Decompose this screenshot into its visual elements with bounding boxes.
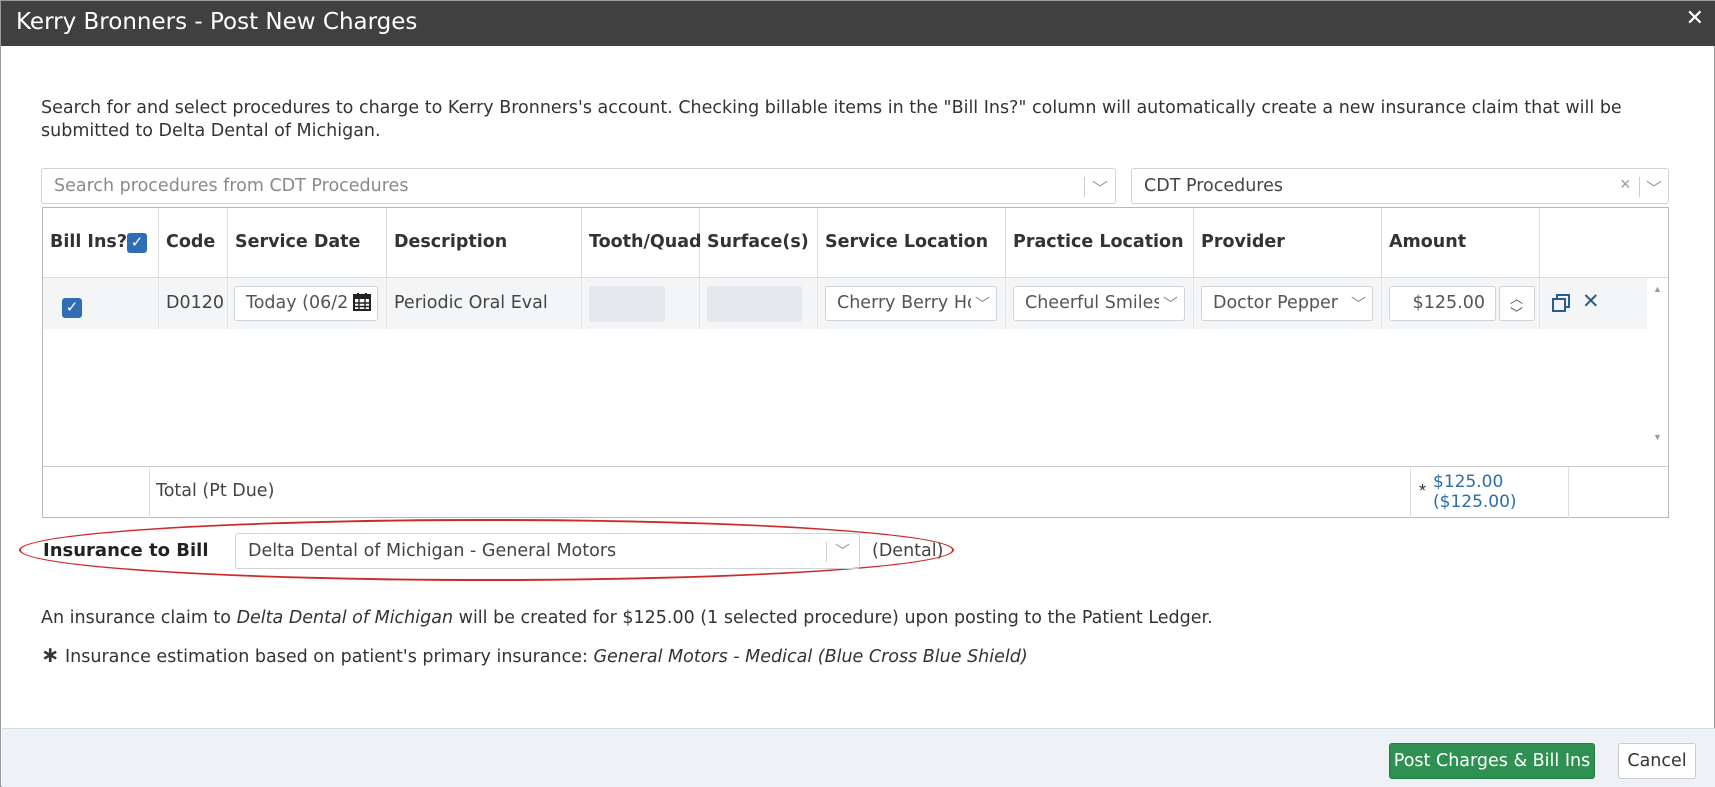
cancel-button[interactable]: Cancel — [1618, 743, 1696, 779]
intro-text: Search for and select procedures to char… — [41, 98, 1622, 141]
provider-select[interactable]: Doctor Pepper ﹀ — [1201, 286, 1373, 321]
chevron-down-icon: ﹀ — [1346, 293, 1366, 314]
procedure-search-input[interactable]: Search procedures from CDT Procedures ﹀ — [41, 168, 1116, 204]
insurance-type: (Dental) — [872, 541, 944, 561]
scroll-down-icon[interactable]: ▼ — [1653, 432, 1662, 442]
divider — [1639, 177, 1640, 197]
duplicate-icon[interactable] — [1551, 293, 1571, 318]
header-surfaces: Surface(s) — [700, 208, 818, 278]
header-bill-ins: Bill Ins? ✓ — [43, 208, 159, 278]
pt-due-amount[interactable]: ($125.00) — [1433, 492, 1517, 512]
dialog-titlebar: Kerry Bronners - Post New Charges ✕ — [1, 1, 1715, 46]
header-description: Description — [387, 208, 582, 278]
claim-note: An insurance claim to Delta Dental of Mi… — [41, 608, 1213, 628]
delete-icon[interactable]: ✕ — [1582, 289, 1600, 314]
estimate-asterisk: * — [1419, 481, 1427, 501]
scroll-up-icon[interactable]: ▲ — [1653, 284, 1662, 294]
estimate-note: ∗ Insurance estimation based on patient'… — [41, 643, 1028, 668]
clear-icon[interactable]: × — [1620, 174, 1631, 195]
procedure-code: D0120 — [166, 293, 225, 313]
divider — [1084, 177, 1085, 197]
chevron-down-icon: ﹀ — [1158, 293, 1178, 314]
chevron-down-icon: ﹀ — [970, 293, 990, 314]
header-practice-location: Practice Location — [1006, 208, 1194, 278]
chevron-down-icon[interactable]: ﹀ — [1646, 175, 1662, 199]
total-label: Total (Pt Due) — [156, 481, 275, 501]
calendar-icon[interactable] — [353, 292, 371, 312]
header-amount: Amount — [1382, 208, 1540, 278]
header-code: Code — [159, 208, 228, 278]
tooth-quad-field — [589, 286, 665, 322]
procedure-description: Periodic Oral Eval — [394, 293, 548, 313]
post-charges-button[interactable]: Post Charges & Bill Ins — [1389, 743, 1595, 779]
table-scrollbar[interactable]: ▲ ▼ — [1648, 278, 1668, 448]
close-icon[interactable]: ✕ — [1686, 5, 1704, 31]
chevron-down-icon: ﹀ — [834, 543, 850, 560]
amount-input[interactable]: $125.00 — [1389, 286, 1496, 321]
select-all-checkbox[interactable]: ✓ — [127, 233, 147, 253]
amount-stepper[interactable]: ︿ ﹀ — [1499, 286, 1535, 321]
table-row: ✓ D0120 Today (06/2 Periodic Oral Eval C… — [43, 278, 1647, 329]
primary-insurance: General Motors - Medical (Blue Cross Blu… — [593, 647, 1028, 667]
header-service-location: Service Location — [818, 208, 1006, 278]
table-header: Bill Ins? ✓ Code Service Date Descriptio… — [43, 208, 1668, 278]
surfaces-field — [707, 286, 802, 322]
dialog-title: Kerry Bronners - Post New Charges — [16, 9, 418, 35]
procedure-source-select[interactable]: CDT Procedures × ﹀ — [1131, 168, 1669, 204]
total-amount[interactable]: $125.00 — [1433, 472, 1503, 492]
asterisk-icon: ∗ — [41, 643, 60, 668]
table-footer: Total (Pt Due) * $125.00 ($125.00) — [43, 466, 1668, 518]
divider — [826, 542, 827, 562]
claim-insurer: Delta Dental of Michigan — [236, 608, 454, 628]
chevron-down-icon[interactable]: ﹀ — [1510, 303, 1523, 322]
search-placeholder: Search procedures from CDT Procedures — [54, 176, 409, 196]
header-service-date: Service Date — [228, 208, 387, 278]
chevron-down-icon[interactable]: ﹀ — [1092, 175, 1108, 199]
practice-location-select[interactable]: Cheerful Smiles ﹀ — [1013, 286, 1185, 321]
bill-ins-checkbox[interactable]: ✓ — [62, 298, 82, 318]
dialog-footer: Post Charges & Bill Ins Cancel — [2, 728, 1715, 787]
post-charges-dialog: Kerry Bronners - Post New Charges ✕ Sear… — [0, 0, 1715, 787]
service-location-select[interactable]: Cherry Berry Ho ﹀ — [825, 286, 997, 321]
charges-table: Bill Ins? ✓ Code Service Date Descriptio… — [42, 207, 1669, 518]
service-date-input[interactable]: Today (06/2 — [234, 286, 378, 321]
insurance-select[interactable]: Delta Dental of Michigan - General Motor… — [235, 533, 860, 569]
insurance-to-bill-label: Insurance to Bill — [43, 540, 209, 561]
header-tooth-quad: Tooth/Quad — [582, 208, 702, 278]
procedure-source-value: CDT Procedures — [1144, 176, 1283, 196]
header-provider: Provider — [1194, 208, 1382, 278]
